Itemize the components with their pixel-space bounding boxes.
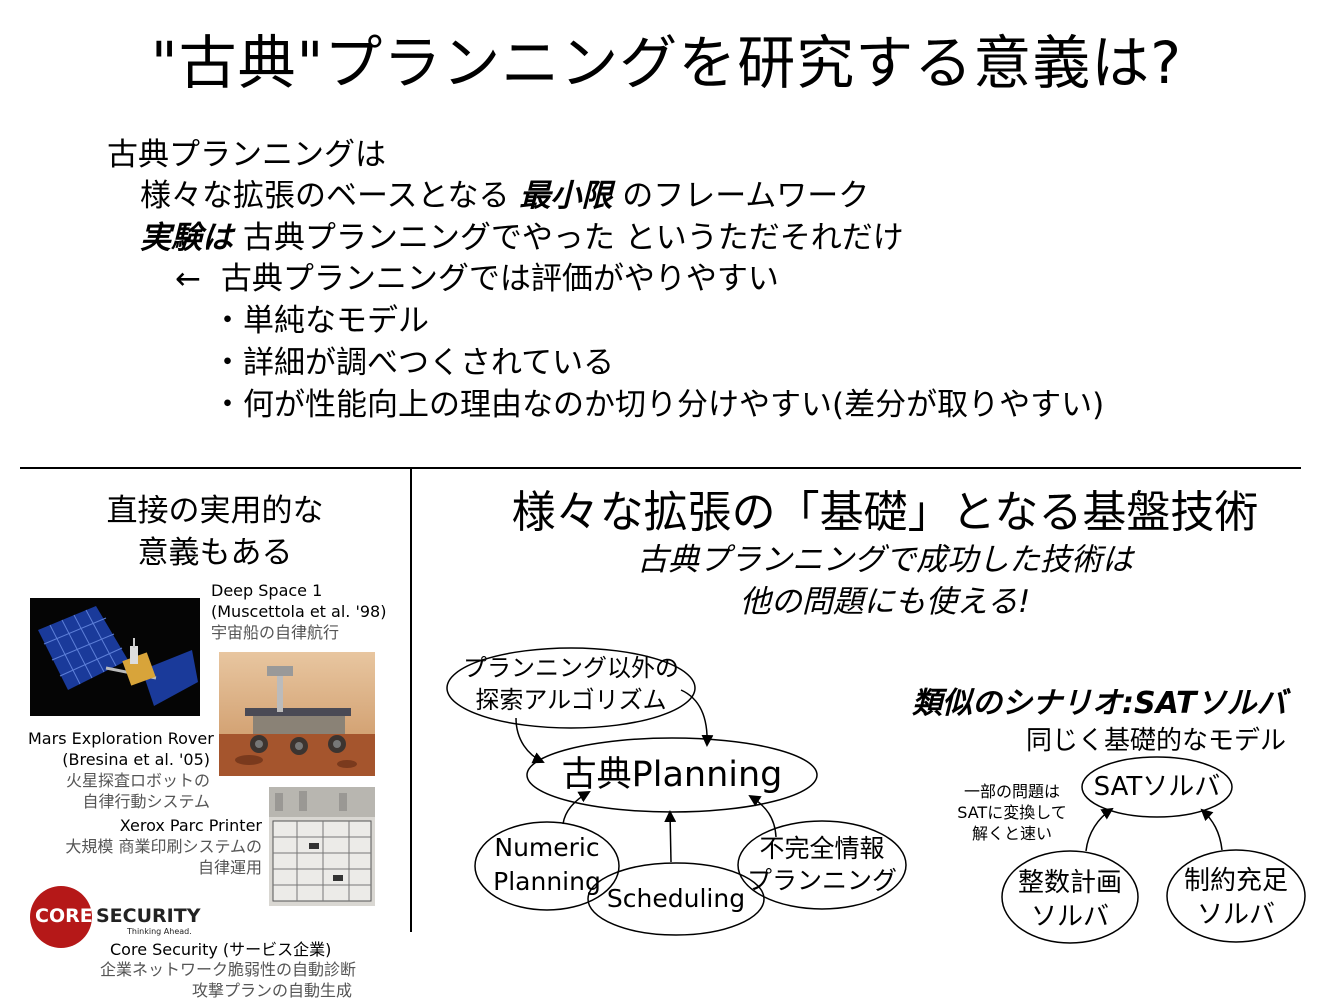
node-classical-label: 古典Planning [561,755,783,795]
sat-note: 一部の問題は SATに変換して 解くと速い [957,782,1067,843]
node-scheduling-label: Scheduling [606,884,746,913]
sat-scenario-sub: 同じく基礎的なモデル [1026,726,1287,756]
edge-numeric-to-classical [562,791,591,825]
edge-integer-to-sat [1085,807,1114,852]
sat-scenario-heading: 類似のシナリオ:SATソルバ [912,686,1287,721]
node-search-label: プランニング以外の 探索アルゴリズム [463,654,679,714]
node-integer-label: 整数計画 ソルバ [1017,868,1122,932]
node-sat-label: SATソルバ [1093,772,1221,802]
node-csp-label: 制約充足 ソルバ [1183,866,1288,930]
edge-scheduling-to-classical [664,810,677,863]
concept-diagram [446,647,1306,944]
edge-csp-to-sat [1200,808,1223,851]
node-incomplete-label: 不完全情報 プランニング [746,834,897,895]
